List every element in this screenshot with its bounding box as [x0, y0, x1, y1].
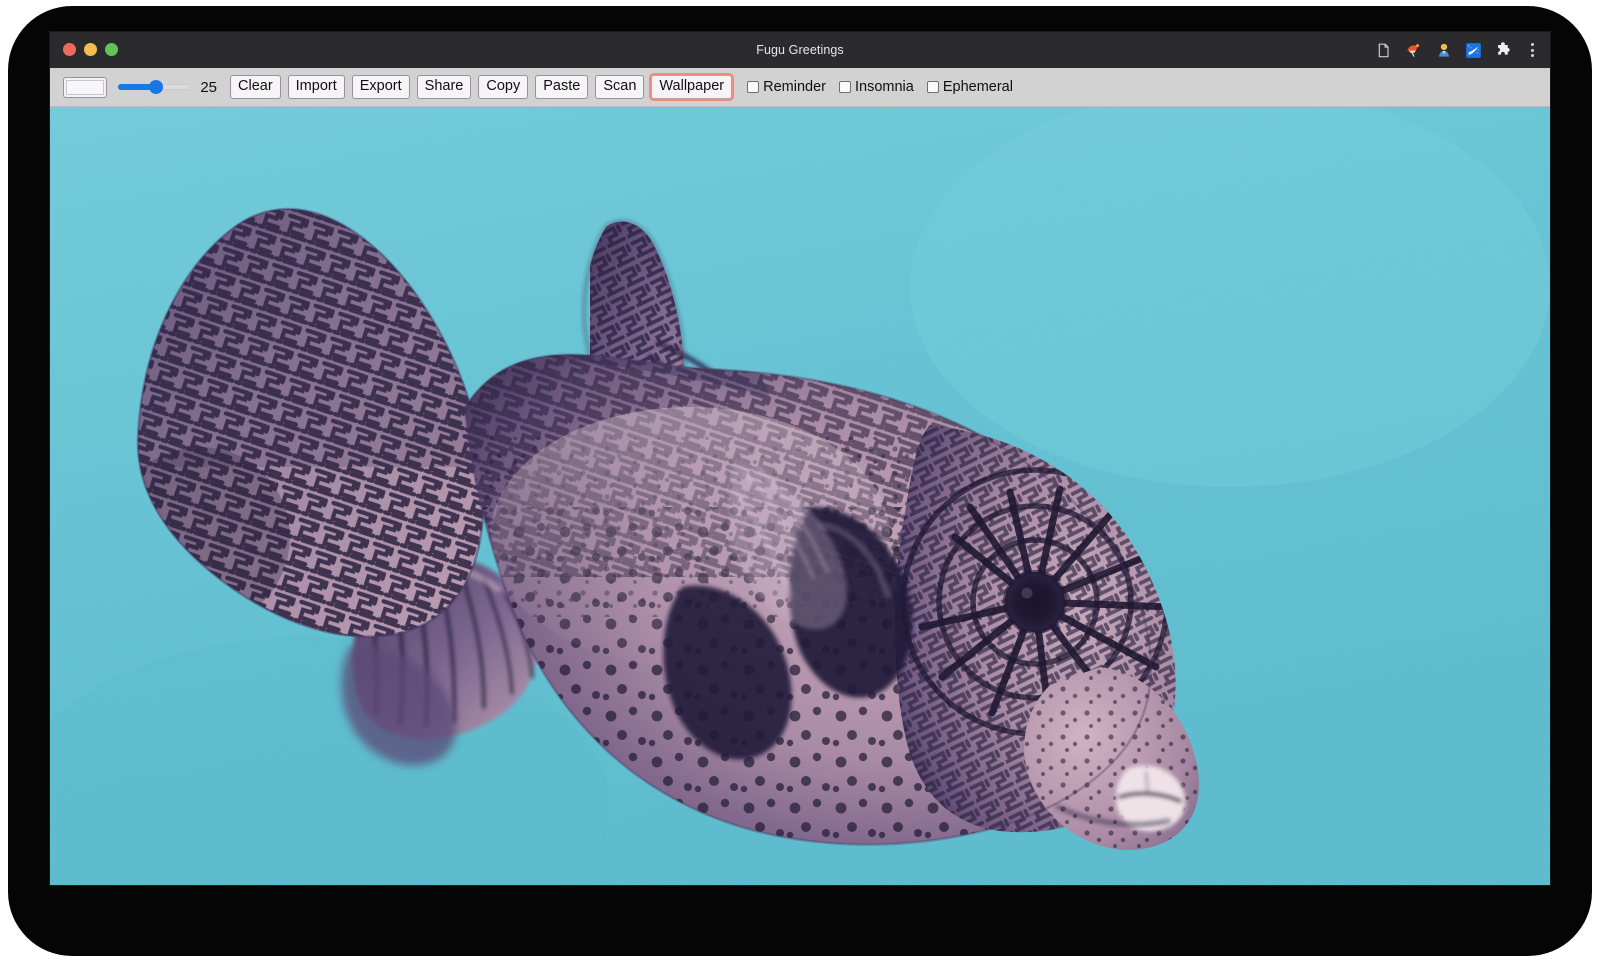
ephemeral-checkbox[interactable]: Ephemeral: [927, 79, 1013, 95]
pufferfish-photo: [50, 107, 1550, 885]
line-width-slider[interactable]: [118, 79, 190, 95]
paste-button[interactable]: Paste: [535, 75, 588, 99]
insomnia-checkbox[interactable]: Insomnia: [839, 79, 914, 95]
ephemeral-checkbox-box[interactable]: [927, 81, 939, 93]
clear-button[interactable]: Clear: [230, 75, 281, 99]
maximize-window-button[interactable]: [105, 43, 118, 56]
insomnia-checkbox-label: Insomnia: [855, 79, 914, 95]
close-window-button[interactable]: [63, 43, 76, 56]
copy-button[interactable]: Copy: [478, 75, 528, 99]
minimize-window-button[interactable]: [84, 43, 97, 56]
color-swatch-icon: [66, 80, 104, 95]
reminder-checkbox-label: Reminder: [763, 79, 826, 95]
drawing-canvas[interactable]: [50, 107, 1550, 885]
slider-value-label: 25: [198, 79, 217, 96]
reminder-checkbox-box[interactable]: [747, 81, 759, 93]
screen-root: Fugu Greetings: [0, 0, 1600, 962]
bookmark-pin-icon[interactable]: [1404, 41, 1423, 60]
color-picker-input[interactable]: [63, 77, 107, 98]
share-button[interactable]: Share: [417, 75, 472, 99]
browser-window: Fugu Greetings: [50, 32, 1550, 885]
titlebar-actions: [1374, 32, 1540, 68]
slider-thumb[interactable]: [149, 80, 163, 94]
window-title: Fugu Greetings: [50, 32, 1550, 68]
insomnia-checkbox-box[interactable]: [839, 81, 851, 93]
reminder-checkbox[interactable]: Reminder: [747, 79, 826, 95]
page-document-icon[interactable]: [1374, 41, 1393, 60]
sync-extension-icon[interactable]: [1464, 41, 1483, 60]
wallpaper-button[interactable]: Wallpaper: [651, 75, 732, 99]
window-titlebar: Fugu Greetings: [50, 32, 1550, 68]
traffic-light-group: [63, 43, 118, 56]
scan-button[interactable]: Scan: [595, 75, 644, 99]
ephemeral-checkbox-label: Ephemeral: [943, 79, 1013, 95]
import-button[interactable]: Import: [288, 75, 345, 99]
puzzle-extensions-icon[interactable]: [1494, 41, 1513, 60]
export-button[interactable]: Export: [352, 75, 410, 99]
profile-avatar-icon[interactable]: [1434, 41, 1453, 60]
app-toolbar: 25 Clear Import Export Share Copy Paste …: [50, 68, 1550, 107]
overflow-menu-icon[interactable]: [1524, 41, 1540, 60]
